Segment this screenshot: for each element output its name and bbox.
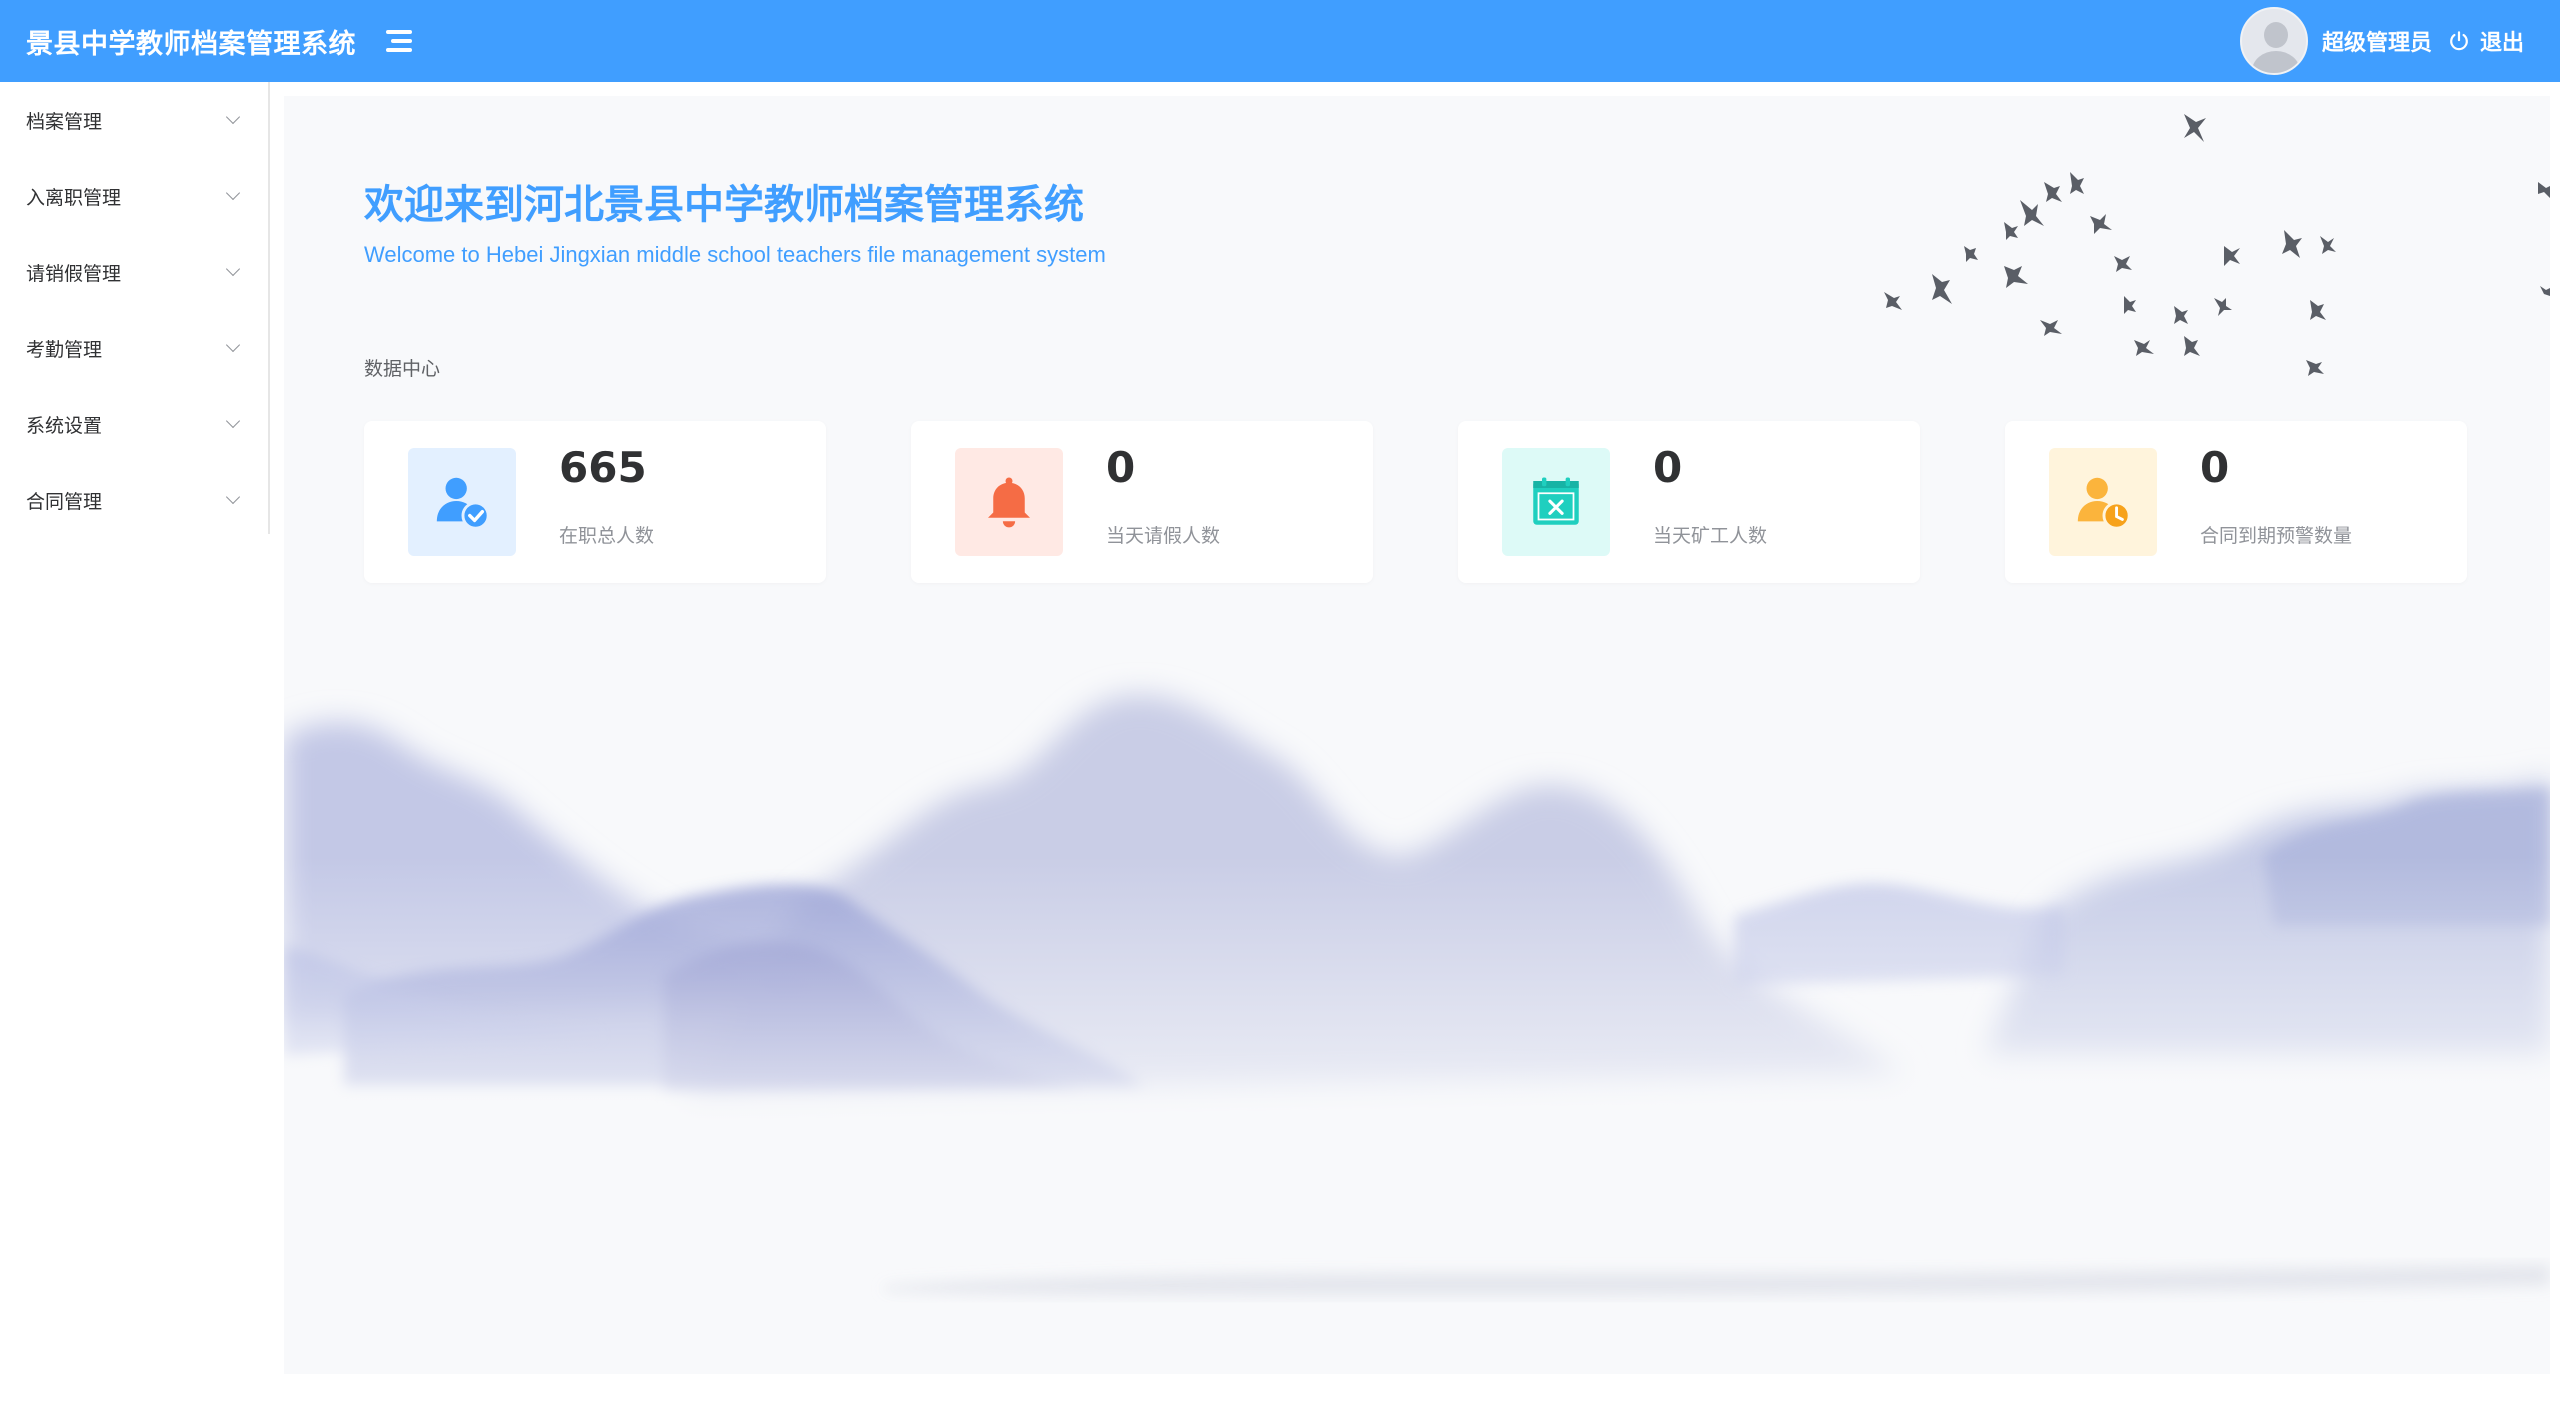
chevron-down-icon [225,261,241,277]
stat-card-contract-expiry[interactable]: 0 合同到期预警数量 [2005,421,2467,583]
sidebar-item-label: 合同管理 [26,490,103,513]
stat-caption: 当天请假人数 [1106,525,1221,547]
chevron-down-icon [225,185,241,201]
sidebar-item-label: 入离职管理 [26,186,122,209]
user-clock-icon [2049,448,2157,556]
stat-value: 0 [1106,443,1136,492]
mountain-landscape-illustration [284,114,2550,1374]
stat-value: 0 [2200,443,2230,492]
username[interactable]: 超级管理员 [2322,25,2432,57]
stat-card-active-staff[interactable]: 665 在职总人数 [364,421,826,583]
bell-icon [955,448,1063,556]
power-icon [2450,31,2468,51]
user-area: 超级管理员 退出 [2239,0,2524,82]
stat-caption: 合同到期预警数量 [2200,525,2353,547]
sidebar-item-settings[interactable]: 系统设置 [0,386,268,462]
chevron-down-icon [225,413,241,429]
chevron-down-icon [225,109,241,125]
welcome-subtitle: Welcome to Hebei Jingxian middle school … [364,242,1106,267]
sidebar-item-onboarding[interactable]: 入离职管理 [0,158,268,234]
welcome-title: 欢迎来到河北景县中学教师档案管理系统 [364,182,1084,228]
stat-value: 665 [559,443,647,492]
avatar[interactable] [2239,7,2308,75]
stat-card-leave-today[interactable]: 0 当天请假人数 [911,421,1373,583]
sidebar-item-leave[interactable]: 请销假管理 [0,234,268,310]
app-title: 景县中学教师档案管理系统 [26,28,356,60]
stat-caption: 在职总人数 [559,525,655,547]
sidebar-item-archives[interactable]: 档案管理 [0,82,268,158]
stat-value: 0 [1653,443,1683,492]
sidebar-item-contracts[interactable]: 合同管理 [0,462,268,538]
logout-button[interactable]: 退出 [2448,25,2524,57]
main-content: 欢迎来到河北景县中学教师档案管理系统 Welcome to Hebei Jing… [284,96,2550,1374]
sidebar-item-label: 档案管理 [26,110,103,133]
user-check-icon [408,448,516,556]
sidebar-item-label: 系统设置 [26,414,103,437]
chevron-down-icon [225,337,241,353]
calendar-x-icon [1502,448,1610,556]
menu-toggle-icon[interactable] [386,30,412,52]
sidebar-item-attendance[interactable]: 考勤管理 [0,310,268,386]
stat-caption: 当天矿工人数 [1653,525,1768,547]
section-title: 数据中心 [364,358,441,380]
sidebar: 档案管理 入离职管理 请销假管理 考勤管理 系统设置 合同管理 [0,82,270,534]
logout-label: 退出 [2479,31,2524,56]
stat-card-absent-today[interactable]: 0 当天矿工人数 [1458,421,1920,583]
stat-cards: 665 在职总人数 0 当天请假人数 0 当天矿工人数 0 合同到期预警数量 [364,421,2467,583]
top-header: 景县中学教师档案管理系统 超级管理员 退出 [0,0,2560,82]
sidebar-item-label: 请销假管理 [26,262,122,285]
sidebar-item-label: 考勤管理 [26,338,103,361]
chevron-down-icon [225,489,241,505]
